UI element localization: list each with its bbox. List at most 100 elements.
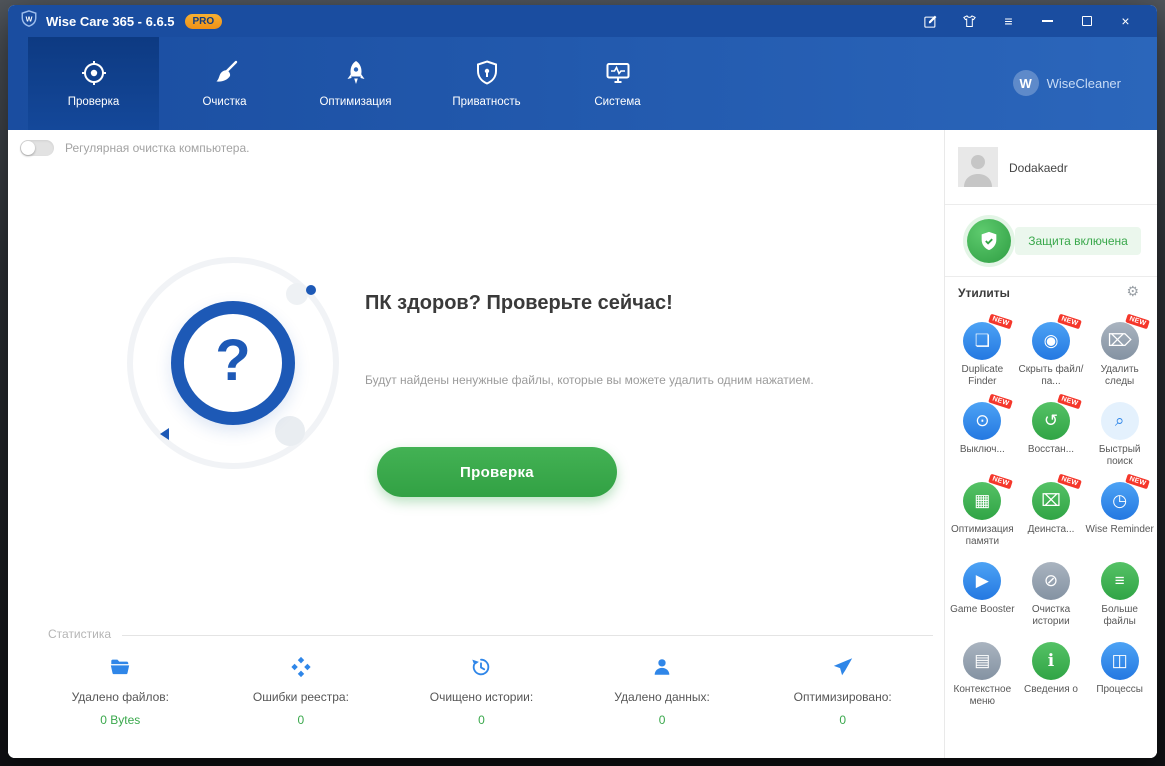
tab-system[interactable]: Система [552, 37, 683, 130]
tab-label: Система [594, 96, 640, 108]
stat-history-cleaned: Очищено истории: 0 [391, 656, 572, 727]
icon-glyph: ⌕ [1115, 411, 1125, 431]
utility-label: Скрыть файл/па... [1017, 364, 1086, 388]
optimization-icon [342, 59, 370, 87]
brand-name: WiseCleaner [1047, 76, 1121, 91]
utility-more-tools[interactable]: ≡ NEW Больше файлы [1085, 556, 1154, 636]
new-badge: NEW [1126, 474, 1151, 490]
auto-clean-toggle[interactable] [20, 140, 54, 156]
utility-wise-reminder[interactable]: ◷ NEW Wise Reminder [1085, 476, 1154, 556]
quick-search-icon: ⌕ NEW [1101, 402, 1139, 440]
hide-file-icon: ◉ NEW [1032, 322, 1070, 360]
settings-gear-icon[interactable]: ⚙ [1126, 283, 1139, 300]
utility-label: Контекстное меню [948, 684, 1017, 708]
decorative-circle [286, 283, 308, 305]
utility-history-cleaner[interactable]: ⊘ NEW Очистка истории [1017, 556, 1086, 636]
stat-registry-errors: Ошибки реестра: 0 [211, 656, 392, 727]
minimize-button[interactable] [1028, 5, 1067, 37]
folder-icon [109, 656, 131, 678]
app-logo-icon: W [20, 10, 38, 33]
sidebar: Dodakaedr Защита включена Утилиты ⚙ [944, 130, 1157, 758]
reminder-icon: ◷ NEW [1101, 482, 1139, 520]
new-badge: NEW [988, 314, 1013, 330]
cleanup-icon [211, 59, 239, 87]
utility-label: Wise Reminder [1085, 524, 1154, 548]
utility-label: Больше файлы [1085, 604, 1154, 628]
utility-recovery[interactable]: ↺ NEW Восстан... [1017, 396, 1086, 476]
pro-badge: PRO [185, 14, 223, 29]
avatar [958, 147, 998, 187]
tab-optimization[interactable]: Оптимизация [290, 37, 421, 130]
profile-row[interactable]: Dodakaedr [945, 130, 1157, 205]
context-menu-icon: ▤ NEW [963, 642, 1001, 680]
tab-cleanup[interactable]: Очистка [159, 37, 290, 130]
question-circle: ? [171, 301, 295, 425]
utility-uninstaller[interactable]: ⌧ NEW Деинста... [1017, 476, 1086, 556]
brand[interactable]: W WiseCleaner [1013, 70, 1121, 96]
erase-traces-icon: ⌦ NEW [1101, 322, 1139, 360]
stat-label: Ошибки реестра: [253, 690, 349, 704]
window-title: Wise Care 365 - 6.6.5 [46, 14, 175, 29]
utility-game-booster[interactable]: ▶ NEW Game Booster [948, 556, 1017, 636]
icon-glyph: ℹ [1048, 651, 1054, 671]
decorative-circle [275, 416, 305, 446]
check-button[interactable]: Проверка [377, 447, 617, 497]
privacy-icon [473, 59, 501, 87]
utility-label: Удалить следы [1085, 364, 1154, 388]
maximize-icon [1082, 16, 1092, 26]
utility-quick-search[interactable]: ⌕ NEW Быстрый поиск [1085, 396, 1154, 476]
auto-clean-label: Регулярная очистка компьютера. [65, 141, 249, 155]
icon-glyph: ◷ [1112, 491, 1127, 511]
tab-label: Проверка [68, 96, 120, 108]
statistics-title: Статистика [48, 627, 111, 641]
icon-glyph: ⌧ [1041, 491, 1061, 511]
utilities-grid: ❏ NEW Duplicate Finder ◉ NEW Скрыть файл… [948, 316, 1154, 716]
utility-duplicate-finder[interactable]: ❏ NEW Duplicate Finder [948, 316, 1017, 396]
icon-glyph: ▦ [974, 491, 990, 511]
nav-tabs: Проверка Очистка Оптим [28, 37, 683, 130]
close-button[interactable]: × [1106, 5, 1145, 37]
hero-description: Будут найдены ненужные файлы, которые вы… [365, 373, 814, 387]
tab-checkup[interactable]: Проверка [28, 37, 159, 130]
utility-label: Выключ... [948, 444, 1017, 468]
utility-context-menu[interactable]: ▤ NEW Контекстное меню [948, 636, 1017, 716]
new-badge: NEW [988, 394, 1013, 410]
user-avatar-icon [958, 147, 998, 187]
icon-glyph: ▶ [976, 571, 989, 591]
uninstaller-icon: ⌧ NEW [1032, 482, 1070, 520]
memory-optimizer-icon: ▦ NEW [963, 482, 1001, 520]
statistics-row: Удалено файлов: 0 Bytes Ошибки реестра: … [30, 656, 933, 727]
recovery-icon: ↺ NEW [1032, 402, 1070, 440]
shutdown-icon: ⊙ NEW [963, 402, 1001, 440]
theme-skin-icon[interactable] [950, 5, 989, 37]
protection-row[interactable]: Защита включена [945, 206, 1157, 277]
utility-system-info[interactable]: ℹ NEW Сведения о [1017, 636, 1086, 716]
stat-files-removed: Удалено файлов: 0 Bytes [30, 656, 211, 727]
utility-processes[interactable]: ◫ NEW Процессы [1085, 636, 1154, 716]
utility-label: Сведения о [1017, 684, 1086, 708]
toggle-knob [21, 141, 35, 155]
utilities-title: Утилиты [958, 286, 1010, 300]
tab-privacy[interactable]: Приватность [421, 37, 552, 130]
maximize-button[interactable] [1067, 5, 1106, 37]
utility-label: Процессы [1085, 684, 1154, 708]
titlebar[interactable]: W Wise Care 365 - 6.6.5 PRO ≡ [8, 5, 1157, 37]
utility-hide-file[interactable]: ◉ NEW Скрыть файл/па... [1017, 316, 1086, 396]
utility-erase-traces[interactable]: ⌦ NEW Удалить следы [1085, 316, 1154, 396]
stat-label: Удалено данных: [614, 690, 710, 704]
feedback-edit-icon[interactable] [911, 5, 950, 37]
stat-optimized: Оптимизировано: 0 [752, 656, 933, 727]
utility-shutdown[interactable]: ⊙ NEW Выключ... [948, 396, 1017, 476]
decorative-dot [306, 285, 316, 295]
shield-check-icon [967, 219, 1011, 263]
icon-glyph: ◫ [1112, 651, 1128, 671]
decorative-triangle [160, 428, 169, 440]
icon-glyph: ⌦ [1108, 331, 1132, 351]
hero-headline: ПК здоров? Проверьте сейчас! [365, 292, 673, 315]
stat-value: 0 [659, 713, 666, 727]
app-window: W Wise Care 365 - 6.6.5 PRO ≡ [8, 5, 1157, 758]
utility-memory-optimizer[interactable]: ▦ NEW Оптимизация памяти [948, 476, 1017, 556]
main-menu-icon[interactable]: ≡ [989, 5, 1028, 37]
user-data-icon [651, 656, 673, 678]
navbar: Проверка Очистка Оптим [8, 37, 1157, 130]
